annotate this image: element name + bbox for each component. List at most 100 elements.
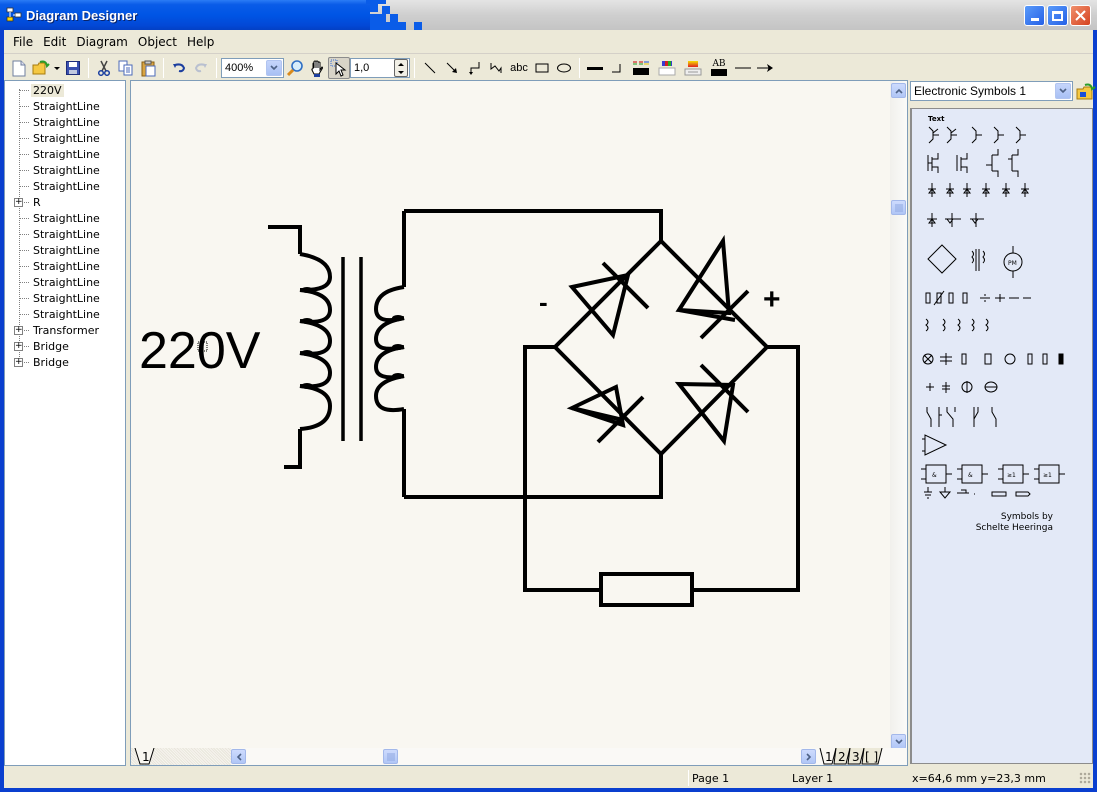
- plus-label[interactable]: +: [763, 283, 781, 316]
- copy-button[interactable]: [115, 57, 137, 79]
- svg-text:1: 1: [142, 750, 150, 764]
- symbol-grounds[interactable]: [924, 487, 1031, 499]
- page-tab-3[interactable]: 3: [847, 748, 865, 765]
- title-bar[interactable]: Diagram Designer: [0, 0, 1097, 30]
- line-end-button[interactable]: [754, 57, 776, 79]
- zoom-select[interactable]: 400%: [221, 58, 284, 78]
- bridge-rectifier[interactable]: [552, 234, 770, 457]
- expand-icon[interactable]: +: [14, 326, 23, 335]
- symbol-inductors[interactable]: [925, 318, 989, 332]
- tree-item-label: R: [33, 195, 41, 209]
- menu-edit[interactable]: Edit: [38, 35, 71, 49]
- transformer[interactable]: [268, 211, 406, 497]
- tree-item-label: StraightLine: [33, 291, 100, 305]
- tree-item-label: StraightLine: [33, 227, 100, 241]
- symbol-batteries[interactable]: [926, 381, 998, 393]
- line-start-button[interactable]: [732, 57, 754, 79]
- ellipse-tool-button[interactable]: [553, 57, 575, 79]
- tree-item-label: StraightLine: [33, 259, 100, 273]
- expand-icon[interactable]: +: [14, 198, 23, 207]
- symbol-switches[interactable]: [926, 407, 997, 427]
- line-tool-button[interactable]: [419, 57, 441, 79]
- cut-button[interactable]: [93, 57, 115, 79]
- scissors-icon: [97, 60, 111, 76]
- maximize-button[interactable]: [1047, 5, 1068, 26]
- rectangle-tool-button[interactable]: [531, 57, 553, 79]
- text-color-button[interactable]: AB: [706, 57, 732, 79]
- chevron-down-icon: [1055, 83, 1071, 99]
- tree-item-label: StraightLine: [33, 275, 100, 289]
- close-button[interactable]: [1070, 5, 1091, 26]
- menu-bar: File Edit Diagram Object Help: [4, 30, 1093, 54]
- menu-object[interactable]: Object: [133, 35, 182, 49]
- pan-tool-button[interactable]: [306, 57, 328, 79]
- text-color-label: AB: [712, 59, 726, 69]
- symbol-diodes[interactable]: [928, 183, 1029, 197]
- symbol-misc-components[interactable]: [922, 353, 1064, 365]
- redo-button[interactable]: [190, 57, 212, 79]
- select-tool-button[interactable]: [328, 57, 350, 79]
- open-button[interactable]: [30, 57, 52, 79]
- scroll-left-button[interactable]: [231, 749, 246, 764]
- scroll-down-button[interactable]: [891, 734, 906, 749]
- arrow-line-icon: [446, 62, 457, 73]
- symbol-capacitors[interactable]: [980, 294, 1031, 302]
- symbol-bridge[interactable]: [927, 244, 957, 274]
- toolbar: 400% 1,0 abc AB: [4, 56, 1093, 80]
- vertical-scroll-thumb[interactable]: [891, 200, 906, 215]
- drawing-canvas[interactable]: 220V - +: [131, 81, 891, 749]
- paste-clipboard-icon: [141, 60, 155, 76]
- horizontal-scroll-thumb[interactable]: [383, 749, 398, 764]
- text-tool-button[interactable]: abc: [507, 57, 531, 79]
- elbow-connector-tool-button[interactable]: [463, 57, 485, 79]
- page-tab-1[interactable]: 1: [819, 748, 837, 765]
- symbol-library-select[interactable]: Electronic Symbols 1: [910, 81, 1073, 101]
- symbol-resistors[interactable]: [925, 290, 968, 306]
- symbol-opamp[interactable]: [922, 434, 948, 456]
- spinner-icon[interactable]: [394, 59, 408, 77]
- scroll-right-button[interactable]: [801, 749, 816, 764]
- symbol-transistors[interactable]: [928, 126, 1026, 144]
- svg-text:[ ]: [ ]: [865, 750, 878, 764]
- line-color-button[interactable]: [628, 57, 654, 79]
- open-dropdown-button[interactable]: [52, 57, 62, 79]
- curve-tool-button[interactable]: [485, 57, 507, 79]
- save-button[interactable]: [62, 57, 84, 79]
- menu-diagram[interactable]: Diagram: [71, 35, 133, 49]
- tree-item-label: StraightLine: [33, 163, 100, 177]
- gradient-fill-button[interactable]: [680, 57, 706, 79]
- open-library-button[interactable]: [1076, 81, 1096, 101]
- minimize-button[interactable]: [1024, 5, 1045, 26]
- fill-color-icon: [658, 61, 676, 76]
- page-tab-new[interactable]: [ ]: [861, 748, 883, 765]
- expand-icon[interactable]: +: [14, 358, 23, 367]
- symbol-thyristors[interactable]: [927, 213, 984, 227]
- symbol-text[interactable]: Text: [928, 115, 945, 123]
- symbol-motor[interactable]: PM: [1003, 246, 1023, 278]
- paste-button[interactable]: [137, 57, 159, 79]
- menu-file[interactable]: File: [8, 35, 38, 49]
- vertical-scrollbar[interactable]: [890, 81, 907, 749]
- line-corner-button[interactable]: [606, 57, 628, 79]
- close-icon: [1075, 10, 1086, 21]
- menu-help[interactable]: Help: [182, 35, 219, 49]
- line-thickness-icon: [587, 67, 603, 70]
- undo-button[interactable]: [168, 57, 190, 79]
- line-thickness-button[interactable]: [584, 57, 606, 79]
- symbol-transformer[interactable]: [971, 249, 985, 271]
- minus-label[interactable]: -: [539, 287, 548, 317]
- resistor[interactable]: [599, 572, 694, 607]
- fill-color-button[interactable]: [654, 57, 680, 79]
- page-tab-left[interactable]: 1: [134, 748, 160, 765]
- zoom-tool-button[interactable]: [284, 57, 306, 79]
- arrow-line-tool-button[interactable]: [441, 57, 463, 79]
- symbol-mosfets[interactable]: [927, 149, 1019, 177]
- page-tab-2[interactable]: 2: [833, 748, 851, 765]
- voltage-label[interactable]: 220V: [139, 322, 261, 380]
- resize-grip-icon[interactable]: [1079, 772, 1091, 784]
- copy-icon: [118, 60, 133, 76]
- new-button[interactable]: [8, 57, 30, 79]
- line-width-input[interactable]: 1,0: [350, 58, 410, 78]
- scroll-up-button[interactable]: [891, 83, 906, 98]
- expand-icon[interactable]: +: [14, 342, 23, 351]
